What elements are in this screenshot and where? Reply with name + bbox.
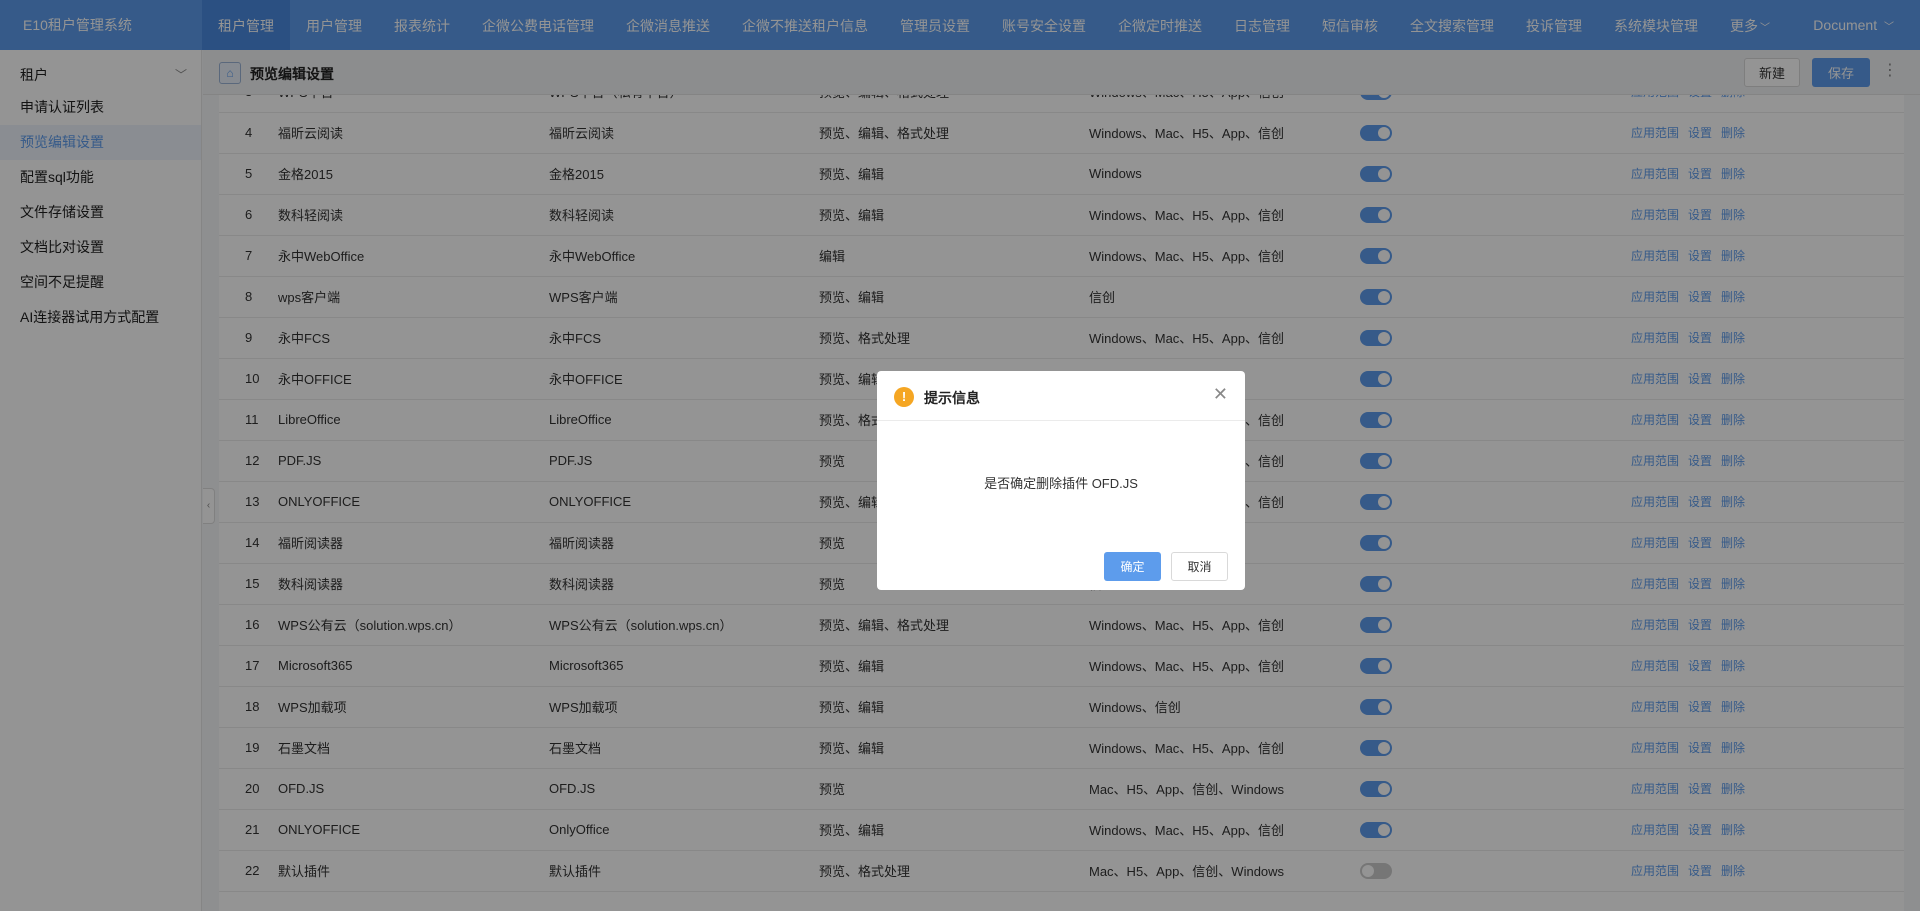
confirm-dialog: ! 提示信息 ✕ 是否确定删除插件 OFD.JS 确定 取消 [877, 371, 1245, 590]
confirm-button[interactable]: 确定 [1104, 552, 1161, 581]
cancel-button[interactable]: 取消 [1171, 552, 1228, 581]
dialog-header: ! 提示信息 ✕ [877, 371, 1245, 421]
dialog-message: 是否确定删除插件 OFD.JS [984, 476, 1138, 491]
dialog-title: 提示信息 [924, 390, 980, 406]
close-icon[interactable]: ✕ [1213, 384, 1228, 405]
warning-icon: ! [894, 387, 914, 407]
